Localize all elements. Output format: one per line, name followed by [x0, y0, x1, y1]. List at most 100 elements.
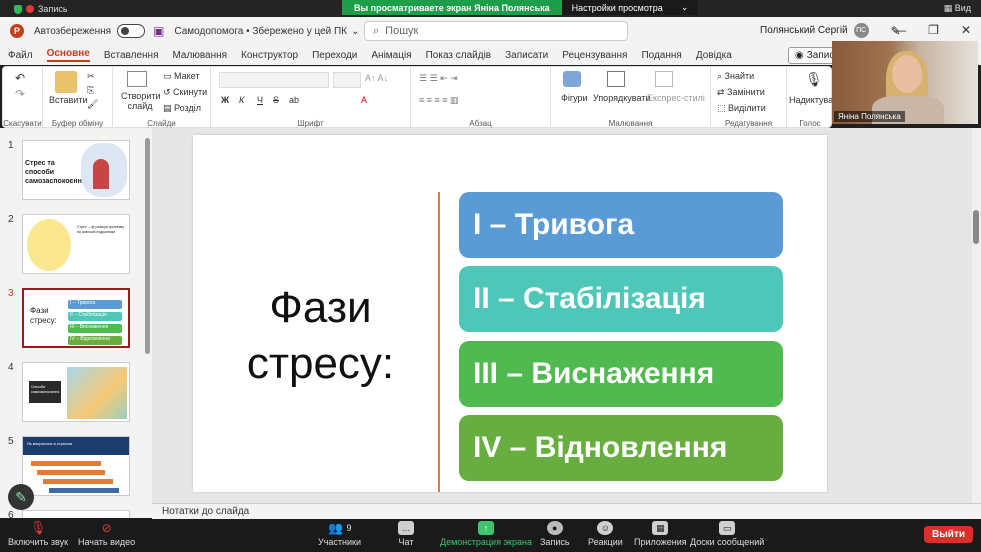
share-screen-button[interactable]: ↑ Демонстрация экрана — [440, 521, 532, 547]
arrange-icon[interactable] — [607, 71, 625, 87]
strikethrough-button[interactable]: S — [273, 95, 279, 105]
slide-number: 1 — [8, 140, 14, 151]
start-video-button[interactable]: ⊘ Начать видео — [78, 521, 135, 547]
apps-button[interactable]: ▦ Приложения — [634, 521, 687, 547]
participant-video[interactable]: Яніна Полянська — [832, 41, 978, 124]
slide-thumbnail-2[interactable]: Стрес – це реакція організму на зовнішні… — [22, 214, 130, 274]
current-slide[interactable]: Фази стресу: I – Тривога II – Стабілізац… — [193, 135, 827, 492]
group-drawing: Фігури Упорядкувати Експрес-стилі Малюва… — [551, 67, 711, 129]
select-button[interactable]: ⬚ Виділити — [717, 103, 766, 114]
phase-box-1[interactable]: I – Тривога — [459, 192, 783, 258]
tab-animations[interactable]: Анімація — [371, 50, 411, 61]
search-input[interactable]: ⌕ Пошук — [364, 21, 628, 41]
phase-box-3[interactable]: III – Виснаження — [459, 341, 783, 407]
reset-label: Скинути — [173, 87, 208, 97]
font-family-select[interactable] — [219, 72, 329, 88]
user-account[interactable]: Полянський Сергій ПС ✎ — [760, 23, 901, 38]
quick-styles-icon[interactable] — [655, 71, 673, 87]
new-slide-button[interactable]: Створити слайд — [121, 91, 161, 111]
italic-button[interactable]: К — [239, 95, 244, 105]
tab-help[interactable]: Довідка — [696, 50, 732, 61]
reactions-icon: ☺ — [597, 521, 614, 535]
reset-button[interactable]: ↺ Скинути — [163, 87, 207, 98]
recording-indicator[interactable]: Запись — [14, 4, 68, 14]
chevron-down-icon[interactable]: ⌄ — [351, 26, 359, 37]
tab-view[interactable]: Подання — [641, 50, 681, 61]
replace-label: Замінити — [727, 87, 765, 97]
tab-record[interactable]: Записати — [505, 50, 548, 61]
tab-review[interactable]: Рецензування — [562, 50, 627, 61]
thumb-title: Як впоратися зі стресом — [23, 437, 129, 455]
document-title[interactable]: Самодопомога • Збережено у цей ПК — [174, 26, 347, 37]
save-icon[interactable]: ▣ — [153, 24, 164, 38]
paste-button[interactable]: Вставити — [49, 95, 88, 105]
redo-icon[interactable]: ↷ — [15, 87, 25, 101]
paste-icon[interactable] — [55, 71, 77, 93]
slide-thumbnail-4[interactable]: Способи самозаспокоєння — [22, 362, 130, 422]
format-painter-icon[interactable]: 🖌 — [87, 99, 98, 110]
cut-icon[interactable]: ✂ — [87, 71, 95, 82]
phase-box-2[interactable]: II – Стабілізація — [459, 266, 783, 332]
group-voice: 🎙 Надиктувати Голос — [787, 67, 842, 129]
align-icons[interactable]: ≡ ≡ ≡ ≡ ▥ — [419, 95, 459, 106]
bold-button[interactable]: Ж — [221, 95, 229, 105]
participants-icon: 👥 — [328, 521, 343, 535]
record-meeting-button[interactable]: ● Запись — [540, 521, 570, 547]
exit-meeting-button[interactable]: Выйти — [924, 526, 973, 543]
close-icon[interactable]: ✕ — [961, 23, 971, 37]
slide-title[interactable]: Фази стресу: — [233, 280, 408, 392]
tab-home[interactable]: Основне — [46, 48, 90, 62]
annotate-pen-button[interactable]: ✎ — [8, 484, 34, 510]
chat-button[interactable]: … Чат — [398, 521, 414, 547]
quick-styles-button[interactable]: Експрес-стилі — [647, 93, 705, 103]
tab-slideshow[interactable]: Показ слайдів — [426, 50, 492, 61]
layout-button[interactable]: ▭ Макет — [163, 71, 200, 82]
view-button[interactable]: ▦ Вид — [944, 3, 971, 14]
font-size-select[interactable] — [333, 72, 361, 88]
tab-insert[interactable]: Вставлення — [104, 50, 159, 61]
tab-file[interactable]: Файл — [8, 50, 33, 61]
participants-button[interactable]: 👥 9 Участники — [318, 521, 361, 547]
bullets-icon[interactable]: ☰ ☰ ⇤ ⇥ — [419, 73, 458, 84]
minimize-icon[interactable]: — — [894, 23, 906, 37]
slide-thumbnail-1[interactable]: Стрес та способи самозаспокоєння — [22, 140, 130, 200]
reactions-button[interactable]: ☺ Реакции — [588, 521, 623, 547]
new-slide-icon[interactable] — [127, 71, 147, 87]
participants-label: Участники — [318, 537, 361, 547]
zoom-top-bar: Запись Вы просматриваете экран Яніна Пол… — [0, 0, 981, 17]
participant-name: Яніна Полянська — [834, 111, 905, 122]
window-controls: — ❐ ✕ — [894, 23, 971, 37]
font-grow-icon[interactable]: A↑ A↓ — [365, 73, 388, 83]
copy-icon[interactable]: ⎘ — [87, 85, 94, 96]
replace-button[interactable]: ⇄ Замінити — [717, 87, 765, 98]
undo-icon[interactable]: ↶ — [15, 71, 25, 85]
microphone-icon[interactable]: 🎙 — [805, 71, 823, 88]
editor-scrollbar[interactable] — [972, 128, 981, 503]
slide-thumbnail-3[interactable]: Фази стресу: I – Тривога II – Стабілізац… — [22, 288, 130, 348]
thumb-phase: II – Стабілізація — [68, 312, 122, 321]
slide-thumbnail-6[interactable] — [22, 510, 130, 518]
reactions-label: Реакции — [588, 537, 623, 547]
group-label-font: Шрифт — [297, 119, 324, 128]
char-spacing-button[interactable]: ab — [289, 95, 299, 105]
tab-transitions[interactable]: Переходи — [312, 50, 357, 61]
find-button[interactable]: ⌕ Знайти — [717, 71, 754, 82]
arrange-button[interactable]: Упорядкувати — [593, 93, 650, 103]
phase-box-4[interactable]: IV – Відновлення — [459, 415, 783, 481]
whiteboards-button[interactable]: ▭ Доски сообщений — [690, 521, 764, 547]
view-options-button[interactable]: Настройки просмотра ⌄ — [561, 0, 699, 15]
unmute-button[interactable]: 🎙 Включить звук — [8, 520, 68, 547]
shapes-icon[interactable] — [563, 71, 581, 87]
underline-button[interactable]: Ч — [257, 95, 263, 105]
font-color-icon[interactable]: A — [361, 95, 367, 105]
thumbnail-scrollbar[interactable] — [145, 138, 150, 354]
slide-thumbnail-5[interactable]: Як впоратися зі стресом — [22, 436, 130, 496]
autosave-toggle[interactable] — [117, 24, 146, 38]
section-button[interactable]: ▤ Розділ — [163, 103, 201, 114]
notes-pane[interactable]: Нотатки до слайда — [152, 503, 981, 519]
tab-design[interactable]: Конструктор — [241, 50, 298, 61]
restore-icon[interactable]: ❐ — [928, 23, 939, 37]
scrollbar-thumb[interactable] — [973, 210, 979, 244]
tab-draw[interactable]: Малювання — [172, 50, 227, 61]
shapes-button[interactable]: Фігури — [561, 93, 588, 103]
